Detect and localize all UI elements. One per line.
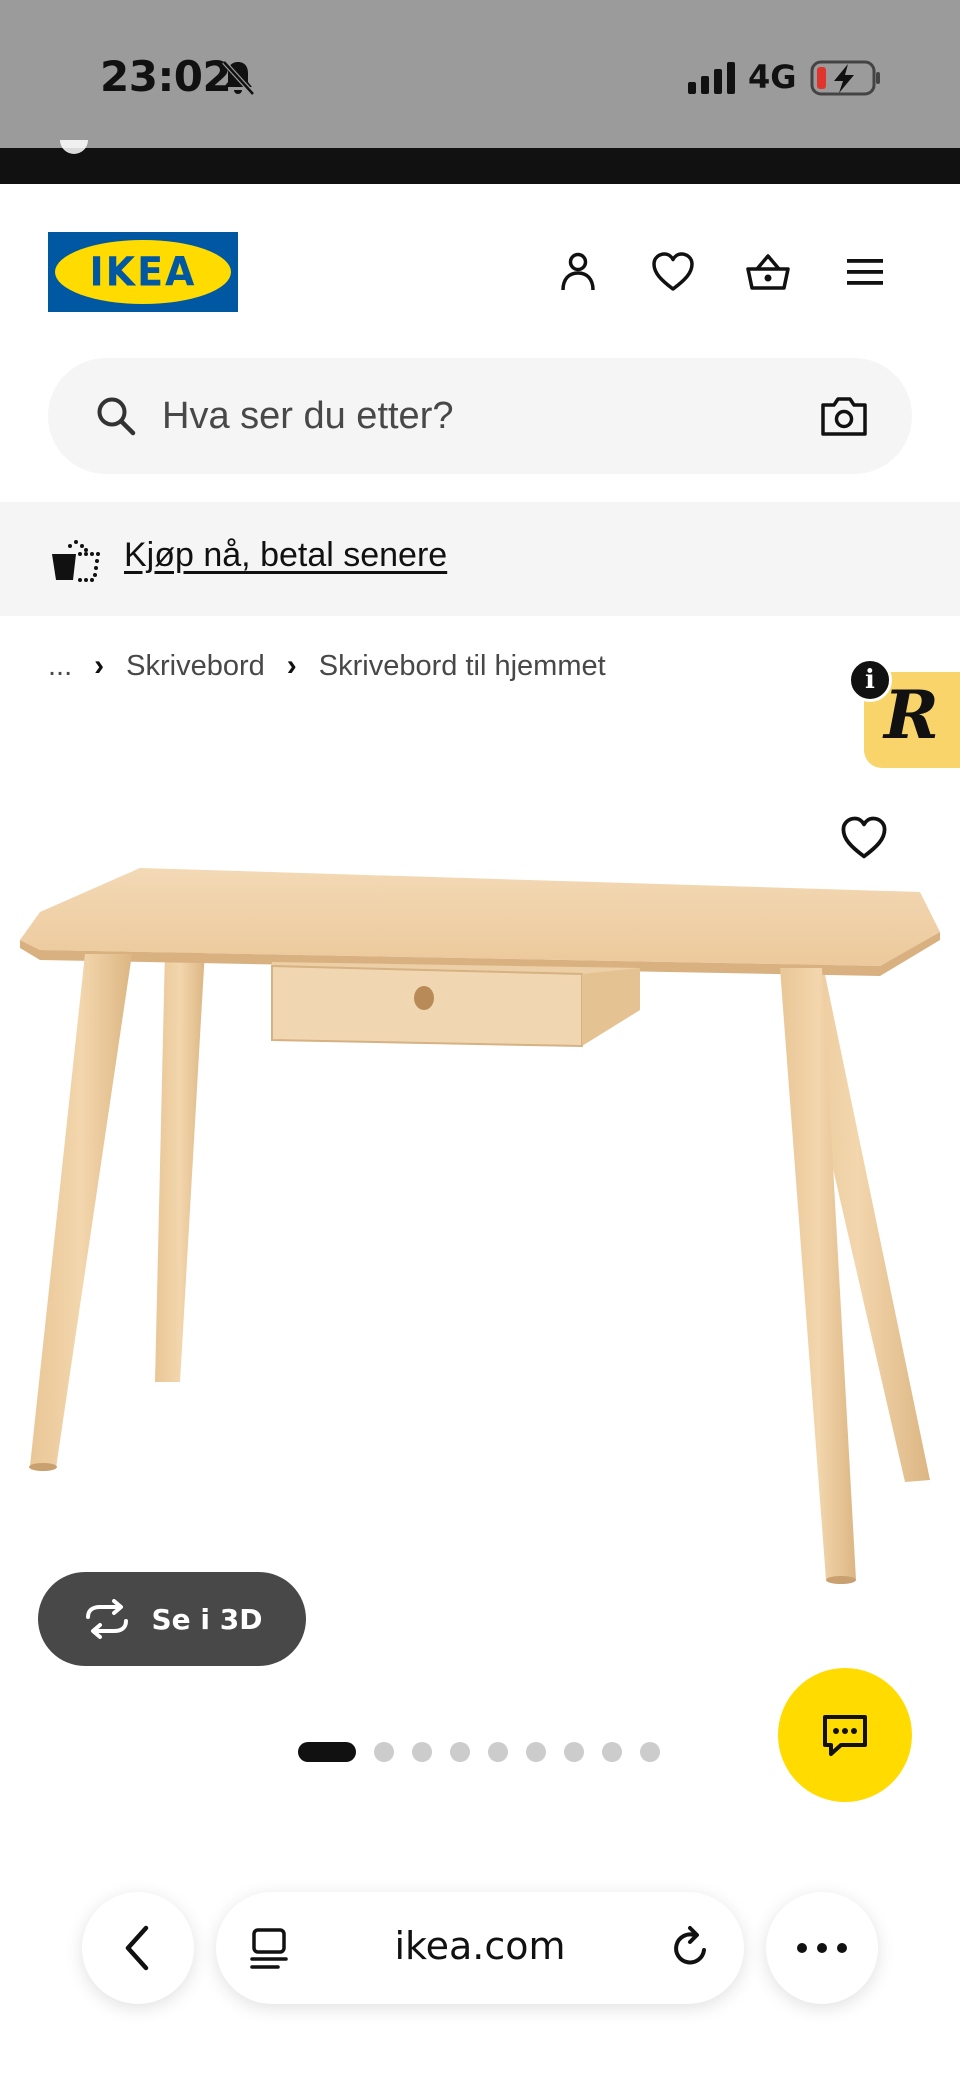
carousel-dot[interactable] (374, 1742, 394, 1762)
see-in-3d-label: Se i 3D (151, 1602, 263, 1636)
more-button[interactable] (766, 1892, 878, 2004)
chevron-right-icon: › (286, 649, 297, 682)
account-icon[interactable] (550, 244, 606, 300)
breadcrumb-item-ellipsis[interactable]: ... (48, 650, 72, 683)
carousel-dot[interactable] (488, 1742, 508, 1762)
page: 23:02 4G IKEA Hva ser du etter? Kjøp nå,… (0, 0, 960, 2087)
site-header: IKEA (0, 184, 960, 504)
signal-icon (688, 62, 735, 94)
address-bar[interactable]: ikea.com (216, 1892, 744, 2004)
carousel-dot[interactable] (450, 1742, 470, 1762)
search-icon (97, 397, 136, 436)
carousel-indicator (298, 1742, 660, 1762)
logo-text: IKEA (89, 248, 197, 296)
browser-toolbar: ikea.com (0, 1860, 960, 2087)
url-text: ikea.com (394, 1924, 566, 1968)
breadcrumb-item-current[interactable]: Skrivebord til hjemmet (319, 650, 606, 683)
back-button[interactable] (82, 1892, 194, 2004)
info-icon[interactable]: i (848, 658, 892, 702)
carousel-dot[interactable] (602, 1742, 622, 1762)
carousel-dot-active[interactable] (298, 1742, 356, 1762)
logo-oval: IKEA (55, 240, 231, 304)
ellipsis-icon (797, 1943, 847, 1953)
product-image-desk (20, 868, 940, 1584)
carousel-dot[interactable] (412, 1742, 432, 1762)
search-input[interactable] (162, 386, 722, 446)
bnpl-link[interactable]: Kjøp nå, betal senere (124, 536, 447, 575)
chevron-right-icon: › (94, 649, 105, 682)
status-time: 23:02 (100, 52, 232, 101)
network-type: 4G (748, 58, 797, 96)
carousel-dot[interactable] (526, 1742, 546, 1762)
see-in-3d-button[interactable]: Se i 3D (38, 1572, 306, 1666)
ikea-logo[interactable]: IKEA (48, 232, 238, 312)
browser-top-strip (0, 148, 960, 184)
chevron-left-icon (125, 1925, 149, 1971)
promo-banner: Kjøp nå, betal senere (0, 502, 960, 616)
carousel-dot[interactable] (640, 1742, 660, 1762)
rotate-3d-icon (85, 1599, 128, 1639)
cart-icon[interactable] (740, 244, 796, 300)
bell-muted-icon (222, 60, 255, 96)
reload-icon[interactable] (666, 1924, 714, 1972)
heart-icon[interactable] (645, 244, 701, 300)
camera-icon[interactable] (818, 390, 870, 442)
search-bar[interactable] (48, 358, 912, 474)
chat-button[interactable] (778, 1668, 912, 1802)
chat-icon (823, 1715, 867, 1756)
battery-charging-icon (810, 60, 880, 96)
breadcrumb: ... › Skrivebord › Skrivebord til hjemme… (48, 646, 606, 686)
status-bar: 23:02 4G (0, 0, 960, 148)
basket-dotted-icon (52, 540, 100, 582)
breadcrumb-item-skrivebord[interactable]: Skrivebord (126, 650, 265, 683)
carousel-dot[interactable] (564, 1742, 584, 1762)
menu-icon[interactable] (837, 244, 893, 300)
